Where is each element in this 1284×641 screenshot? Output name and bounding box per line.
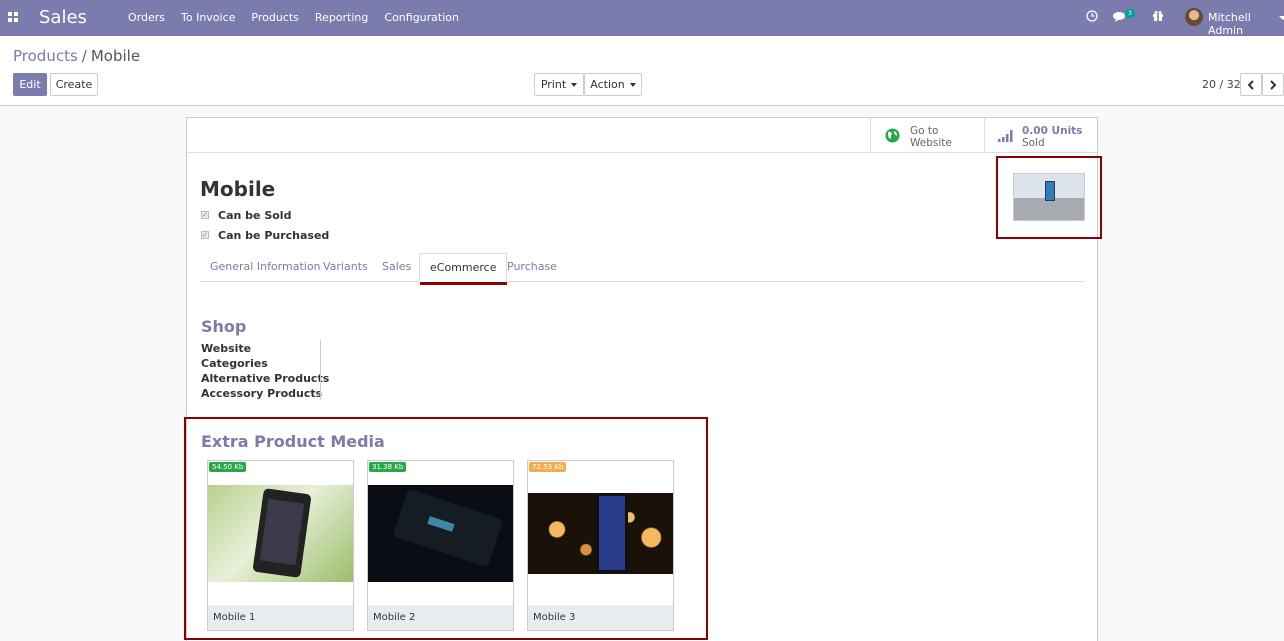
apps-grid-icon[interactable] <box>8 12 18 22</box>
chevron-right-icon <box>1270 80 1277 90</box>
app-name[interactable]: Sales <box>39 7 87 28</box>
website-label: Website <box>910 137 952 149</box>
field-accessory-products: Accessory Products <box>201 387 323 400</box>
sold-label: Sold <box>1022 137 1045 149</box>
menu-orders[interactable]: Orders <box>128 11 165 24</box>
breadcrumb: Products / Mobile <box>13 47 140 65</box>
notebook-tabs: General Information Variants Sales eComm… <box>200 253 1085 282</box>
go-to-label: Go to <box>910 125 939 137</box>
print-dropdown[interactable]: Print <box>534 73 584 96</box>
clock-icon[interactable] <box>1086 10 1098 22</box>
pager-value[interactable]: 20 / 32 <box>1202 78 1241 91</box>
field-alternative-products: Alternative Products <box>201 372 330 385</box>
user-menu[interactable]: Mitchell Admin <box>1208 11 1284 37</box>
tab-purchase[interactable]: Purchase <box>497 253 567 282</box>
control-panel: Products / Mobile Edit Create Print Action… <box>0 36 1284 106</box>
signal-bars-icon <box>998 130 1013 142</box>
tab-sales[interactable]: Sales <box>372 253 421 282</box>
action-dropdown[interactable]: Action <box>584 73 642 96</box>
create-button[interactable]: Create <box>50 73 98 96</box>
caret-down-icon <box>571 83 578 87</box>
edit-button[interactable]: Edit <box>13 73 47 96</box>
can-be-sold-checkbox[interactable]: ✓ <box>201 211 209 219</box>
tab-highlight-underline <box>420 282 507 285</box>
menu-products[interactable]: Products <box>251 11 299 24</box>
media-highlight-box <box>184 417 708 640</box>
go-to-website-button[interactable]: Go to Website <box>870 118 984 153</box>
can-be-purchased-label: Can be Purchased <box>218 229 330 242</box>
product-name[interactable]: Mobile <box>200 177 275 201</box>
pager-previous-button[interactable] <box>1240 73 1262 96</box>
tab-general-information[interactable]: General Information <box>200 253 331 282</box>
image-highlight-box <box>996 156 1102 239</box>
tab-variants[interactable]: Variants <box>313 253 378 282</box>
gift-icon[interactable] <box>1152 10 1164 22</box>
button-box: Go to Website 0.00 Units Sold <box>187 118 1097 153</box>
action-label: Action <box>590 78 625 91</box>
units-sold-button[interactable]: 0.00 Units Sold <box>984 118 1097 153</box>
breadcrumb-current: Mobile <box>90 47 141 65</box>
menu-to-invoice[interactable]: To Invoice <box>181 11 235 24</box>
avatar[interactable] <box>1185 8 1203 26</box>
breadcrumb-products[interactable]: Products <box>13 47 78 65</box>
breadcrumb-separator: / <box>81 47 87 65</box>
print-label: Print <box>540 78 567 91</box>
field-categories: Categories <box>201 357 268 370</box>
main-menu: Orders To Invoice Products Reporting Con… <box>128 11 475 24</box>
can-be-sold-label: Can be Sold <box>218 209 292 222</box>
caret-down-icon <box>629 83 636 87</box>
shop-section-title: Shop <box>201 317 247 336</box>
divider <box>320 340 321 400</box>
field-website: Website <box>201 342 252 355</box>
units-sold-value: 0.00 Units <box>1022 125 1083 137</box>
menu-configuration[interactable]: Configuration <box>384 11 459 24</box>
chevron-down-icon <box>1279 16 1284 20</box>
menu-reporting[interactable]: Reporting <box>315 11 368 24</box>
chevron-left-icon <box>1247 80 1254 90</box>
messages-count-badge: 3 <box>1125 9 1135 18</box>
top-navbar: Sales Orders To Invoice Products Reporti… <box>0 0 1284 37</box>
globe-icon <box>885 128 900 143</box>
can-be-purchased-checkbox[interactable]: ✓ <box>201 231 209 239</box>
tab-ecommerce[interactable]: eCommerce <box>419 253 508 282</box>
pager-next-button[interactable] <box>1262 73 1284 96</box>
